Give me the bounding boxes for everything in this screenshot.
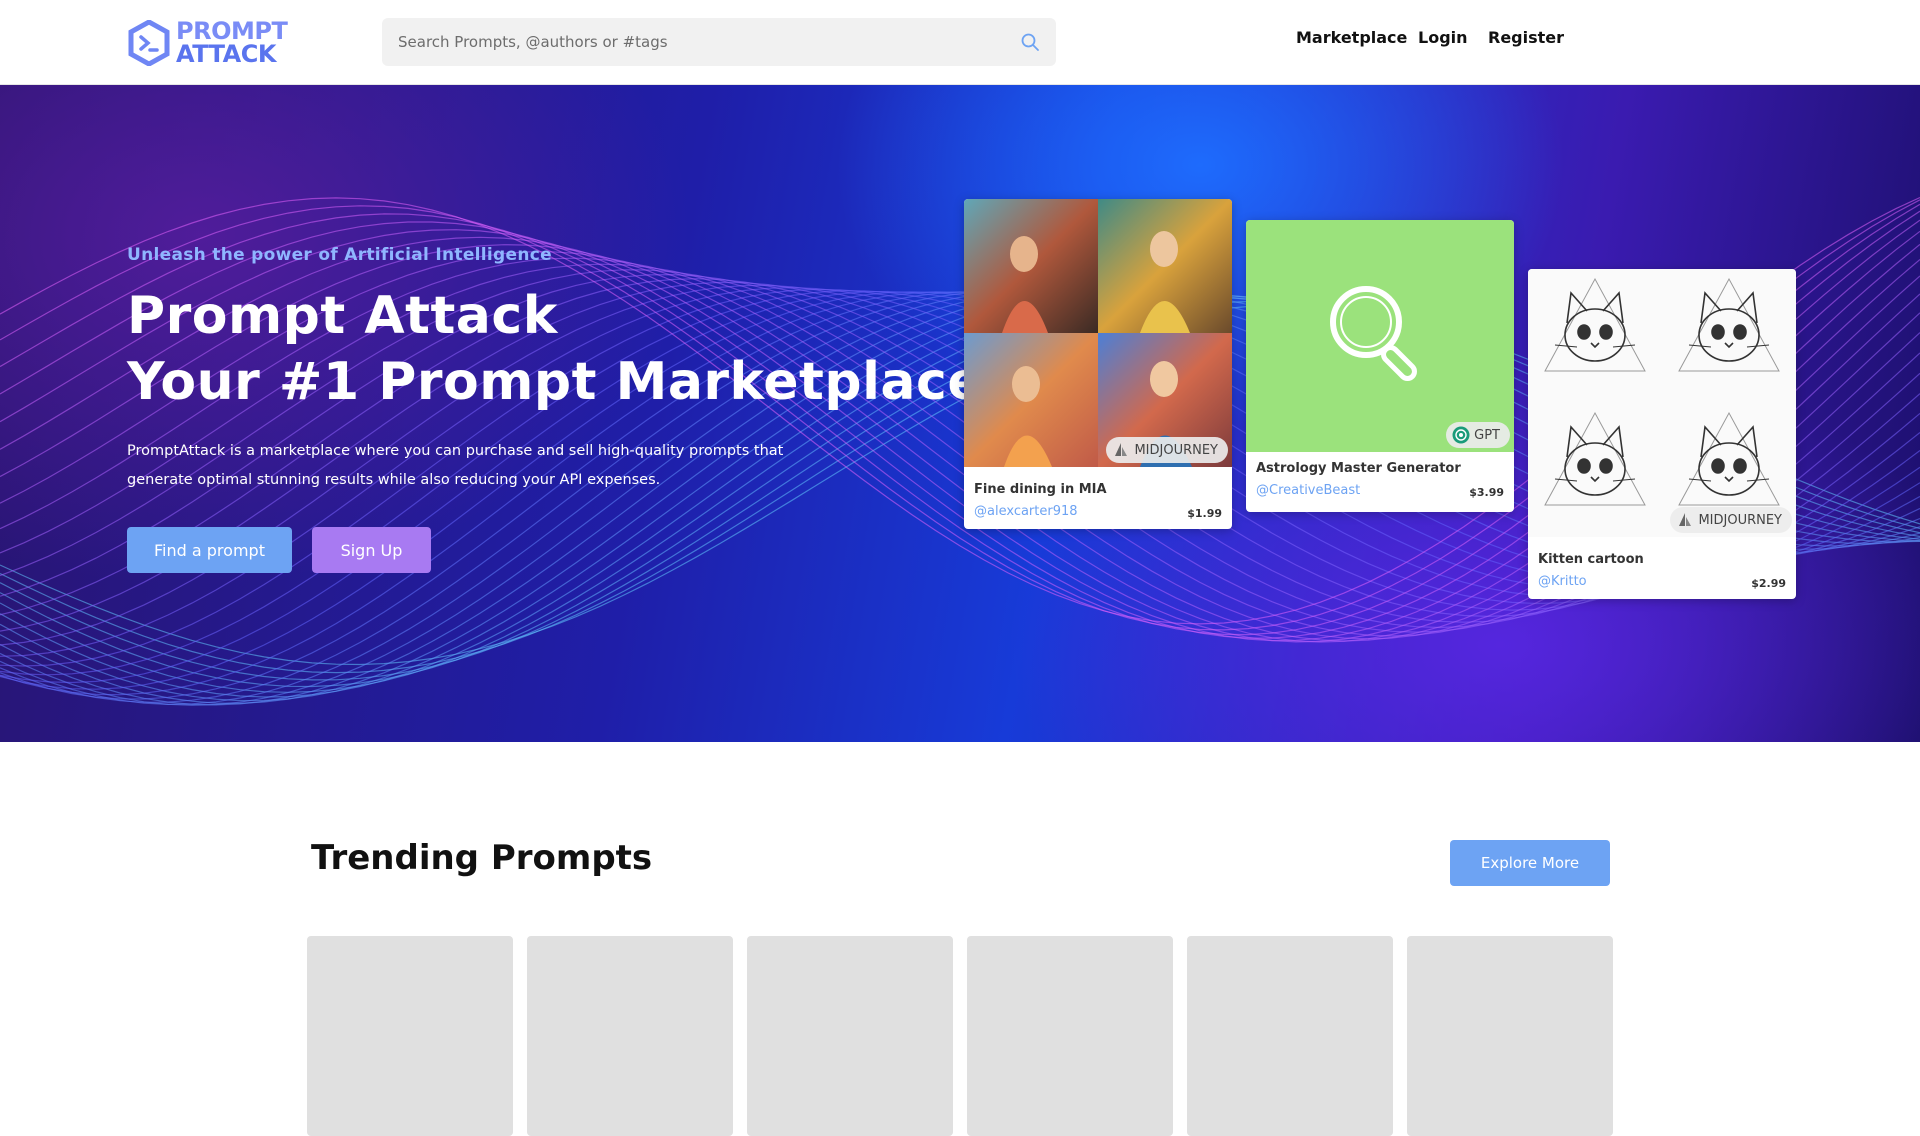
model-badge-label: MIDJOURNEY <box>1698 512 1782 528</box>
prompt-card-placeholder <box>1187 936 1393 1136</box>
prompt-card-image: MIDJOURNEY <box>964 199 1232 467</box>
search-input[interactable] <box>398 33 1020 51</box>
model-badge-label: MIDJOURNEY <box>1134 442 1218 458</box>
hero-title-line-1: Prompt Attack <box>127 286 558 346</box>
prompt-card-placeholder <box>967 936 1173 1136</box>
prompt-card-placeholder <box>747 936 953 1136</box>
prompt-card-image: MIDJOURNEY <box>1528 269 1796 537</box>
logo[interactable]: PROMPT ATTACK <box>128 18 288 68</box>
hero-section: Unleash the power of Artificial Intellig… <box>0 85 1920 742</box>
prompt-card-price: $1.99 <box>1187 507 1222 520</box>
prompt-card-author[interactable]: @Kritto <box>1538 574 1587 589</box>
midjourney-sail-icon <box>1115 443 1128 456</box>
logo-line-2: ATTACK <box>176 40 276 68</box>
find-prompt-button[interactable]: Find a prompt <box>127 527 292 573</box>
search-icon[interactable] <box>1020 32 1040 52</box>
logo-wordmark: PROMPT ATTACK <box>176 19 288 68</box>
hero-description: PromptAttack is a marketplace where you … <box>127 443 784 488</box>
prompt-card-author[interactable]: @CreativeBeast <box>1256 483 1360 498</box>
prompt-card-placeholder <box>307 936 513 1136</box>
nav-login[interactable]: Login <box>1418 28 1468 47</box>
model-badge: MIDJOURNEY <box>1106 437 1228 463</box>
magnifier-icon <box>1330 286 1417 381</box>
prompt-card[interactable]: MIDJOURNEY Fine dining in MIA @alexcarte… <box>964 199 1232 529</box>
top-header: PROMPT ATTACK Marketplace Login Register <box>0 0 1920 85</box>
kitten-sketch-grid <box>1528 269 1796 537</box>
prompt-card-placeholder <box>527 936 733 1136</box>
model-badge-label: GPT <box>1474 427 1500 443</box>
trending-title: Trending Prompts <box>311 838 653 878</box>
nav-register[interactable]: Register <box>1488 28 1564 47</box>
openai-icon <box>1452 426 1470 444</box>
prompt-card[interactable]: MIDJOURNEY Kitten cartoon @Kritto $2.99 <box>1528 269 1796 599</box>
hero-tagline: Unleash the power of Artificial Intellig… <box>127 245 552 265</box>
hero-title-line-2: Your #1 Prompt Marketplace <box>127 352 984 412</box>
prompt-card-author[interactable]: @alexcarter918 <box>974 504 1078 519</box>
model-badge: GPT <box>1446 422 1510 448</box>
prompt-card-title: Fine dining in MIA <box>974 482 1107 497</box>
prompt-card-title: Astrology Master Generator <box>1256 461 1461 476</box>
prompt-card-price: $2.99 <box>1751 577 1786 590</box>
prompt-card-placeholder <box>1407 936 1613 1136</box>
explore-more-button[interactable]: Explore More <box>1450 840 1610 886</box>
search-bar <box>382 18 1056 66</box>
prompt-card-image: GPT <box>1246 220 1514 452</box>
prompt-card-title: Kitten cartoon <box>1538 552 1644 567</box>
logo-hexagon-icon <box>128 20 170 66</box>
sign-up-button[interactable]: Sign Up <box>312 527 431 573</box>
model-badge: MIDJOURNEY <box>1670 507 1792 533</box>
prompt-card-price: $3.99 <box>1469 486 1504 499</box>
prompt-card[interactable]: GPT Astrology Master Generator @Creative… <box>1246 220 1514 512</box>
midjourney-sail-icon <box>1679 513 1692 526</box>
dining-photo-grid <box>964 199 1232 467</box>
hero-title: Prompt Attack Your #1 Prompt Marketplace <box>127 283 983 415</box>
nav-marketplace[interactable]: Marketplace <box>1296 28 1407 47</box>
